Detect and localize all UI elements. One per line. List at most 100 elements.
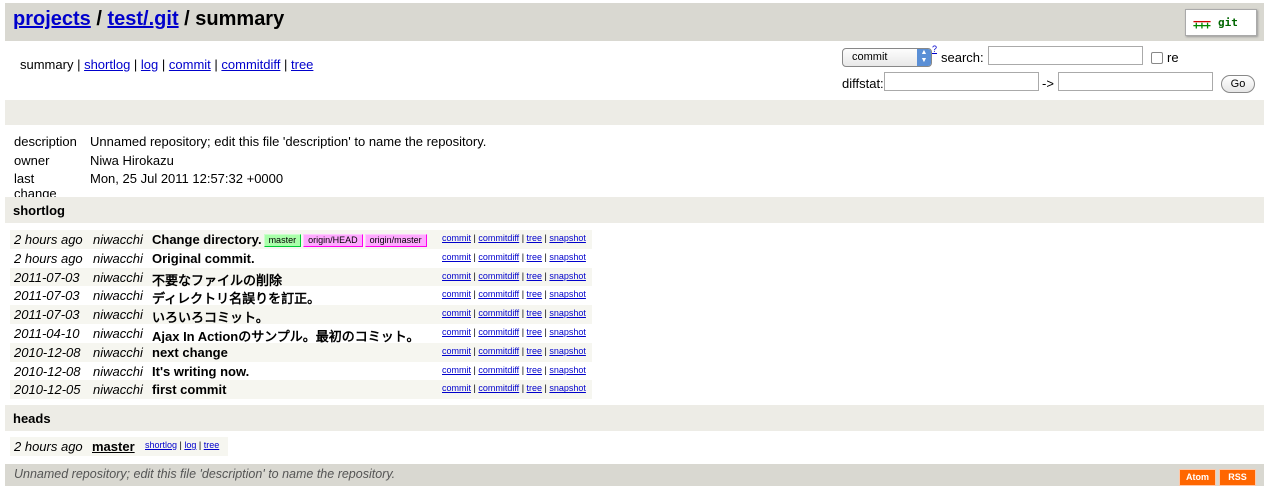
commit-link-commit[interactable]: commit [442,252,471,262]
commit-link-snapshot[interactable]: snapshot [549,327,586,337]
diffstat-label: diffstat: [842,76,884,91]
commit-link-commitdiff[interactable]: commitdiff [478,289,519,299]
rss-feed-button[interactable]: RSS [1219,469,1256,486]
commit-link-tree[interactable]: tree [527,233,543,243]
commit-subject-text[interactable]: first commit [152,382,226,397]
git-logo[interactable]: −−− +++ git [1185,9,1257,36]
commit-link-commit[interactable]: commit [442,289,471,299]
ref-badge[interactable]: master [263,234,302,247]
table-row: 2010-12-05 niwacchi first commit commit | c… [10,380,592,400]
commit-link-commit[interactable]: commit [442,308,471,318]
commit-age: 2011-07-03 [14,307,80,323]
nav-log[interactable]: log [141,57,158,72]
commit-link-tree[interactable]: tree [527,252,543,262]
nav-tree[interactable]: tree [291,57,313,72]
commit-link-commitdiff[interactable]: commitdiff [478,383,519,393]
commit-link-commitdiff[interactable]: commitdiff [478,233,519,243]
commit-link-snapshot[interactable]: snapshot [549,346,586,356]
projects-link[interactable]: projects [13,8,91,30]
commit-link-commitdiff[interactable]: commitdiff [478,365,519,375]
diffstat-from-input[interactable] [884,72,1039,91]
commit-link-commitdiff[interactable]: commitdiff [478,327,519,337]
commit-subject-text[interactable]: next change [152,345,228,360]
commit-age: 2010-12-05 [14,382,81,398]
commit-link-commit[interactable]: commit [442,383,471,393]
diffstat-to-input[interactable] [1058,72,1213,91]
table-row: 2010-12-08 niwacchi next change commit | co… [10,342,592,362]
heads-title[interactable]: heads [13,411,51,426]
commit-link-snapshot[interactable]: snapshot [549,252,586,262]
commit-link-tree[interactable]: tree [527,346,543,356]
commit-age: 2 hours ago [14,232,83,247]
commit-link-snapshot[interactable]: snapshot [549,308,586,318]
commit-link-tree[interactable]: tree [527,289,543,299]
commit-link-snapshot[interactable]: snapshot [549,365,586,375]
commit-subject[interactable]: next change [152,345,228,360]
nav-commit[interactable]: commit [169,57,211,72]
commit-link-tree[interactable]: tree [527,308,543,318]
commit-subject-text[interactable]: 不要なファイルの削除 [152,273,282,288]
commit-subject[interactable]: first commit [152,382,226,397]
footer-description: Unnamed repository; edit this file 'desc… [14,467,396,481]
commit-subject-text[interactable]: Original commit. [152,251,255,266]
nav-commitdiff[interactable]: commitdiff [221,57,280,72]
owner-value: Niwa Hirokazu [90,152,174,168]
commit-subject-text[interactable]: Change directory. [152,232,262,247]
commit-link-commitdiff[interactable]: commitdiff [478,308,519,318]
commit-link-commit[interactable]: commit [442,365,471,375]
heads-header[interactable]: heads [5,405,1264,431]
commit-link-commitdiff[interactable]: commitdiff [478,271,519,281]
commit-link-commit[interactable]: commit [442,271,471,281]
commit-link-commitdiff[interactable]: commitdiff [478,252,519,262]
ref-badge[interactable]: origin/master [364,234,427,247]
search-input[interactable] [988,46,1143,65]
commit-subject-text[interactable]: ディレクトリ名誤りを訂正。 [152,291,320,306]
go-button[interactable]: Go [1221,75,1255,93]
head-link-log[interactable]: log [184,440,196,450]
shortlog-header[interactable]: shortlog [5,197,1264,223]
commit-subject-text[interactable]: It's writing now. [152,364,249,379]
table-row: 2011-07-03 niwacchi ディレクトリ名誤りを訂正。 commit | … [10,286,592,306]
summary-bar [5,100,1264,125]
repo-link[interactable]: test/.git [107,8,178,30]
head-name-link[interactable]: master [92,439,135,454]
commit-links: commit | commitdiff | tree | snapshot [442,233,586,243]
table-row: 2011-04-10 niwacchi Ajax In Actionのサンプル。最初… [10,324,592,344]
commit-link-tree[interactable]: tree [527,327,543,337]
search-type-select[interactable]: commit ▲ ▼ [842,48,932,67]
commit-link-commit[interactable]: commit [442,346,471,356]
commit-link-tree[interactable]: tree [527,383,543,393]
commit-link-snapshot[interactable]: snapshot [549,233,586,243]
commit-subject[interactable]: Change directory. master origin/HEAD origin… [152,232,427,247]
commit-link-snapshot[interactable]: snapshot [549,271,586,281]
commit-subject-text[interactable]: いろいろコミット。 [152,310,269,325]
commit-subject[interactable]: Original commit. [152,251,255,266]
commit-link-commit[interactable]: commit [442,233,471,243]
heads-table: 2 hours ago master shortlog | log | tree [10,437,228,456]
commit-link-tree[interactable]: tree [527,271,543,281]
commit-link-tree[interactable]: tree [527,365,543,375]
search-help-link[interactable]: ? [932,44,937,54]
commit-subject-text[interactable]: Ajax In Actionのサンプル。最初のコミット。 [152,329,420,344]
head-link-tree[interactable]: tree [204,440,220,450]
shortlog-title[interactable]: shortlog [13,203,65,218]
commit-links: commit | commitdiff | tree | snapshot [442,383,586,394]
commit-link-snapshot[interactable]: snapshot [549,289,586,299]
commit-age: 2011-07-03 [14,269,80,285]
head-link-shortlog[interactable]: shortlog [145,440,177,450]
table-row: 2011-07-03 niwacchi いろいろコミット。 commit | comm… [10,305,592,325]
nav-shortlog[interactable]: shortlog [84,57,130,72]
commit-author: niwacchi [93,250,143,266]
atom-feed-button[interactable]: Atom [1179,469,1216,486]
commit-link-commitdiff[interactable]: commitdiff [478,346,519,356]
ref-badge[interactable]: origin/HEAD [303,234,363,247]
table-row: 2011-07-03 niwacchi 不要なファイルの削除 commit | com… [10,267,592,288]
commit-links: commit | commitdiff | tree | snapshot [442,345,586,356]
commit-link-commit[interactable]: commit [442,327,471,337]
commit-author: niwacchi [93,269,143,285]
commit-age: 2011-04-10 [14,325,80,341]
commit-links: commit | commitdiff | tree | snapshot [442,326,586,337]
commit-link-snapshot[interactable]: snapshot [549,383,586,393]
regex-checkbox[interactable] [1151,52,1163,64]
commit-subject[interactable]: It's writing now. [152,364,249,379]
